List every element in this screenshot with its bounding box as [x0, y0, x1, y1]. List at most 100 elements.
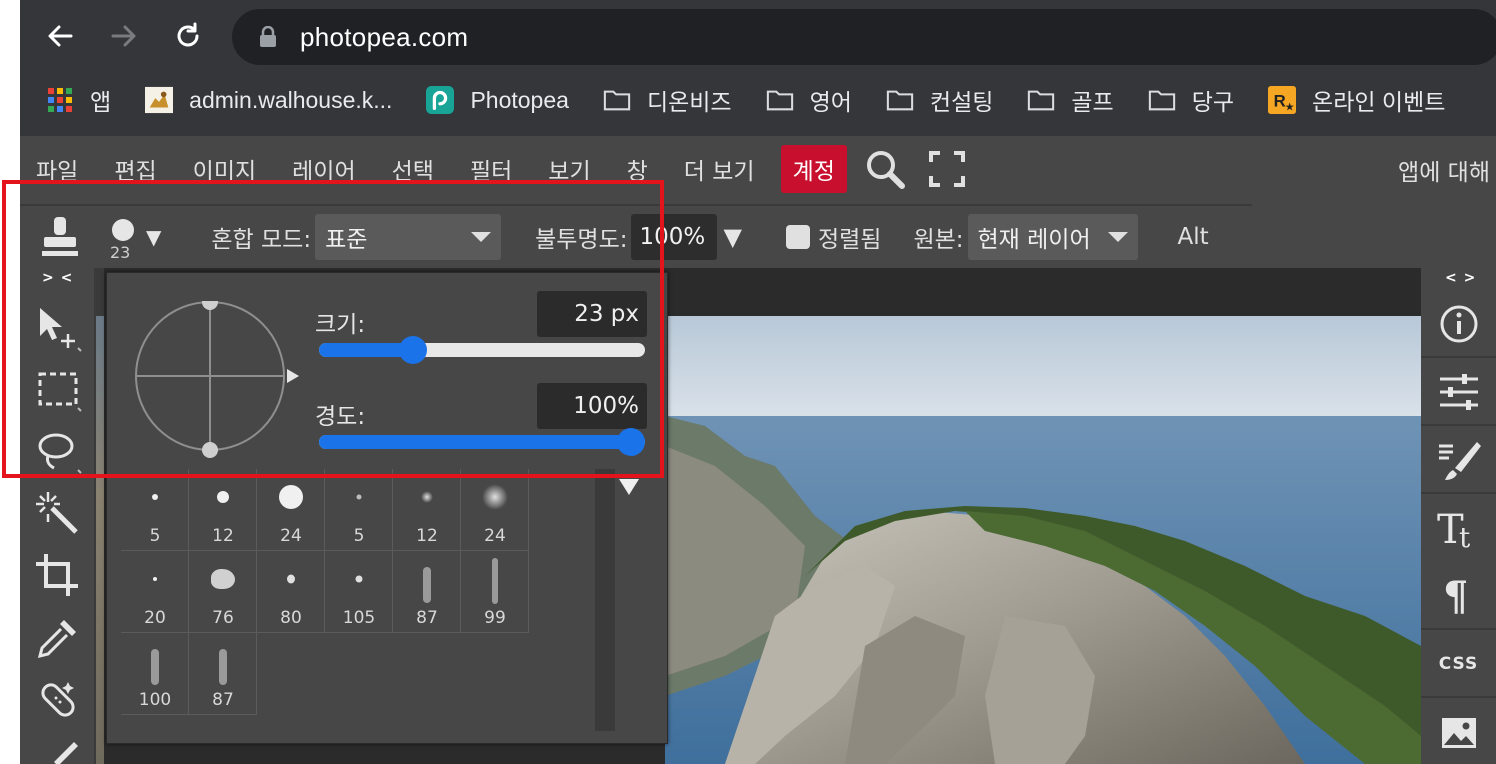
crop-tool[interactable] — [30, 548, 86, 604]
hardness-slider-knob[interactable] — [617, 428, 645, 456]
search-icon — [866, 151, 905, 189]
bookmark-folder-english[interactable]: 영어 — [766, 78, 852, 122]
brush-preset-picker[interactable]: 23 — [110, 215, 140, 262]
menu-account[interactable]: 계정 — [780, 145, 847, 193]
bookmarks-bar: 앱 admin.walhouse.k... Photopea 디온비즈 영어 컨… — [20, 78, 1496, 122]
css-icon: CSS — [1438, 654, 1479, 674]
paragraph-panel-button[interactable]: ¶ — [1421, 564, 1496, 630]
size-slider-knob[interactable] — [399, 336, 427, 364]
brush-angle-roundness-widget[interactable] — [135, 294, 299, 458]
clone-stamp-tool-indicator[interactable] — [40, 215, 80, 259]
collapse-right-toggle[interactable]: < > — [1445, 270, 1476, 286]
document-canvas[interactable] — [665, 316, 1421, 764]
preset-menu-caret-icon[interactable] — [619, 479, 639, 495]
brush-preset[interactable]: 80 — [257, 551, 325, 633]
size-value-input[interactable]: 23 px — [537, 291, 647, 337]
move-tool[interactable] — [30, 300, 86, 356]
bookmark-online-event[interactable]: R ★ 온라인 이벤트 — [1268, 78, 1445, 122]
svg-text:¶: ¶ — [1443, 574, 1468, 618]
forward-button[interactable] — [102, 14, 146, 58]
menu-layer[interactable]: 레이어 — [274, 145, 373, 193]
brush-preset[interactable]: 12 — [393, 469, 461, 551]
brush-tip-icon — [216, 491, 229, 503]
image-panel-button[interactable] — [1421, 700, 1496, 764]
reload-icon — [177, 22, 199, 47]
brush-preset[interactable]: 76 — [189, 551, 257, 633]
brush-preset-size: 99 — [484, 608, 506, 628]
brush-preset-size: 87 — [416, 608, 438, 628]
bookmark-apps[interactable]: 앱 — [46, 78, 111, 122]
info-panel-button[interactable] — [1421, 292, 1496, 358]
search-button[interactable] — [861, 145, 909, 193]
css-panel-button[interactable]: CSS — [1421, 632, 1496, 698]
bookmark-folder-dionbiz[interactable]: 디온비즈 — [603, 78, 732, 122]
bookmark-folder-golf[interactable]: 골프 — [1027, 78, 1114, 122]
brush-preset[interactable]: 24 — [461, 469, 529, 551]
menu-more[interactable]: 더 보기 — [666, 145, 773, 193]
svg-text:t: t — [1459, 521, 1471, 551]
brush-preset-size: 76 — [212, 608, 234, 628]
brush-preset[interactable]: 24 — [257, 469, 325, 551]
bookmark-folder-consulting[interactable]: 컨설팅 — [886, 78, 993, 122]
preset-scrollbar[interactable] — [595, 469, 615, 731]
healing-brush-tool[interactable] — [30, 672, 86, 728]
brush-picker-caret-icon[interactable]: ▼ — [146, 225, 161, 249]
reload-button[interactable] — [166, 14, 210, 58]
brush-preset[interactable]: 87 — [393, 551, 461, 633]
back-button[interactable] — [38, 14, 82, 58]
menu-select[interactable]: 선택 — [374, 145, 452, 193]
opacity-label: 불투명도: — [535, 227, 628, 253]
adjustments-panel-button[interactable] — [1421, 360, 1496, 426]
fullscreen-button[interactable] — [923, 145, 971, 193]
brush-panel-button[interactable] — [1421, 428, 1496, 494]
brush-tool[interactable] — [30, 734, 86, 764]
url-text: photopea.com — [300, 21, 469, 52]
brush-tip-icon — [422, 567, 431, 603]
eyedropper-tool[interactable] — [30, 610, 86, 666]
brush-preset-size: 5 — [149, 526, 161, 546]
menu-file[interactable]: 파일 — [20, 145, 96, 193]
brush-preset-size: 20 — [144, 608, 166, 628]
lock-icon — [260, 26, 276, 47]
bookmark-admin[interactable]: admin.walhouse.k... — [145, 78, 392, 122]
brush-preset[interactable]: 5 — [121, 469, 189, 551]
brush-tip-icon — [218, 649, 227, 685]
source-select[interactable]: 현재 레이어 — [967, 214, 1138, 260]
aligned-checkbox[interactable] — [785, 225, 810, 249]
brush-preset[interactable]: 5 — [325, 469, 393, 551]
hardness-value-input[interactable]: 100% — [537, 383, 647, 429]
right-panel: < > Tt ¶ CSS — [1421, 268, 1496, 764]
brush-preset[interactable]: 105 — [325, 551, 393, 633]
menu-filter[interactable]: 필터 — [452, 145, 530, 193]
brush-preset[interactable]: 12 — [189, 469, 257, 551]
address-bar[interactable]: photopea.com — [232, 9, 1496, 65]
brush-preset[interactable]: 87 — [189, 633, 257, 715]
menu-edit[interactable]: 편집 — [96, 145, 174, 193]
brush-preset[interactable]: 99 — [461, 551, 529, 633]
svg-text:★: ★ — [1285, 101, 1295, 113]
menu-view[interactable]: 보기 — [530, 145, 608, 193]
menu-about[interactable]: 앱에 대해 — [1398, 146, 1490, 194]
source-label: 원본: — [913, 227, 964, 253]
menu-image[interactable]: 이미지 — [175, 145, 274, 193]
brush-preset[interactable]: 20 — [121, 551, 189, 633]
blend-mode-select[interactable]: 표준 — [315, 214, 502, 260]
brush-shape-dial — [135, 294, 299, 458]
character-panel-button[interactable]: Tt — [1421, 496, 1496, 562]
opacity-caret-icon[interactable]: ▼ — [723, 223, 741, 251]
opacity-input[interactable]: 100% — [631, 214, 718, 260]
hardness-label: 경도: — [315, 404, 366, 430]
collapse-left-toggle[interactable]: > < — [42, 270, 73, 286]
crop-icon — [36, 554, 78, 596]
bookmark-folder-billiards[interactable]: 당구 — [1148, 78, 1234, 122]
lasso-tool[interactable] — [30, 424, 86, 480]
brush-preset[interactable]: 100 — [121, 633, 189, 715]
arrow-left-icon — [48, 25, 73, 47]
magic-wand-tool[interactable] — [30, 486, 86, 542]
brush-size-badge: 23 — [110, 243, 131, 262]
bookmark-photopea[interactable]: Photopea — [426, 78, 569, 122]
hardness-slider[interactable] — [319, 428, 645, 456]
marquee-tool[interactable] — [30, 362, 86, 418]
menu-window[interactable]: 창 — [609, 145, 666, 193]
size-slider[interactable] — [319, 336, 645, 364]
